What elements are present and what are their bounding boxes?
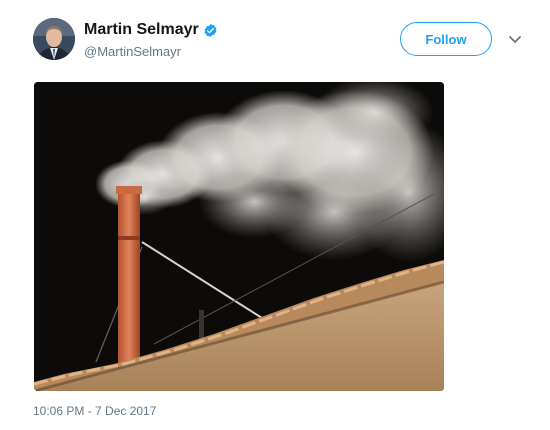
user-handle[interactable]: @MartinSelmayr [84, 44, 218, 60]
follow-button[interactable]: Follow [400, 22, 492, 56]
tweet-image[interactable] [34, 82, 444, 391]
avatar[interactable] [33, 18, 75, 60]
verified-badge-icon [203, 23, 218, 38]
tweet-timestamp[interactable]: 10:06 PM - 7 Dec 2017 [33, 404, 156, 418]
profile-photo-icon [33, 18, 75, 60]
chevron-down-icon[interactable] [506, 30, 524, 48]
smoke-from-chimney-photo-icon [34, 82, 444, 391]
display-name[interactable]: Martin Selmayr [84, 20, 199, 40]
user-info: Martin Selmayr @MartinSelmayr [84, 20, 218, 60]
name-row: Martin Selmayr [84, 20, 218, 40]
tweet-card: Martin Selmayr @MartinSelmayr Follow 10:… [0, 0, 550, 430]
